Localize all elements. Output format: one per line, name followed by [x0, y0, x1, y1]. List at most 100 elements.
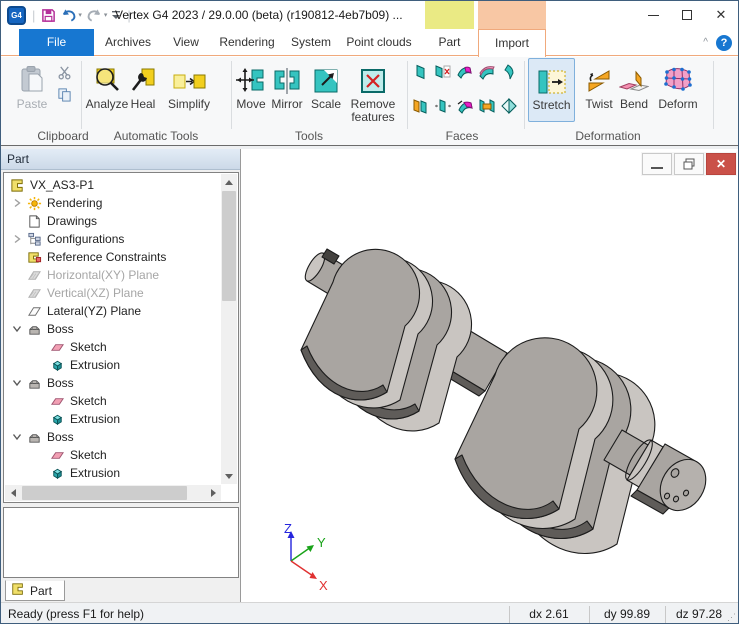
help-icon[interactable]: ? — [716, 35, 732, 51]
app-logo-icon[interactable]: G4 — [7, 6, 26, 25]
chevron-right-icon[interactable] — [8, 198, 26, 208]
horizontal-scrollbar[interactable] — [5, 485, 221, 501]
vertical-scroll-thumb[interactable] — [222, 191, 236, 301]
tab-import[interactable]: Import — [478, 29, 546, 57]
tab-system[interactable]: System — [285, 29, 337, 56]
mirror-label: Mirror — [265, 98, 309, 111]
panel-header[interactable]: Part — [1, 149, 240, 170]
face-icon[interactable] — [411, 63, 430, 80]
tab-view[interactable]: View — [163, 29, 209, 56]
viewport-canvas[interactable]: Z Y X — [241, 149, 739, 603]
tree-item-label: Drawings — [47, 214, 97, 228]
tree-item-reference-constraints[interactable]: Reference Constraints — [5, 248, 220, 266]
status-dy: dy 99.89 — [591, 603, 663, 624]
child-minimize-button[interactable] — [642, 153, 672, 175]
tree-item-boss[interactable]: Boss — [5, 374, 220, 392]
status-dz: dz 97.28 — [667, 603, 731, 624]
tree-item-vx-as3-p1[interactable]: VX_AS3-P1 — [5, 176, 220, 194]
part-bottom-tab[interactable]: Part — [5, 580, 65, 601]
crankshaft-model[interactable] — [301, 249, 715, 554]
move-face-icon[interactable] — [433, 97, 452, 114]
status-separator — [509, 606, 510, 623]
tree-item-boss[interactable]: Boss — [5, 428, 220, 446]
replace-face-icon[interactable] — [411, 97, 430, 114]
sketch-icon — [49, 340, 66, 355]
extend-face-icon[interactable] — [499, 63, 518, 80]
dz-value: 97.28 — [692, 607, 722, 621]
cut-icon[interactable] — [55, 63, 73, 81]
modify-fillet-icon[interactable] — [455, 97, 474, 114]
offset-face-icon[interactable] — [477, 63, 496, 80]
group-separator — [81, 61, 82, 129]
child-restore-button[interactable] — [674, 153, 704, 175]
remove-features-icon — [345, 59, 401, 95]
heal-button[interactable]: Heal — [125, 59, 161, 111]
deform-button[interactable]: Deform — [653, 59, 703, 111]
tree-item-horizontal-xy-plane[interactable]: Horizontal(XY) Plane — [5, 266, 220, 284]
match-face-icon[interactable] — [477, 97, 496, 114]
copy-icon[interactable] — [55, 85, 73, 103]
child-close-button[interactable]: ✕ — [706, 153, 736, 175]
tree-item-sketch[interactable]: Sketch — [5, 338, 220, 356]
plane-disabled-icon — [26, 286, 43, 301]
drawings-icon — [26, 214, 43, 229]
tab-rendering[interactable]: Rendering — [213, 29, 281, 56]
tree-item-boss[interactable]: Boss — [5, 320, 220, 338]
stretch-button[interactable]: Stretch — [528, 58, 575, 122]
redo-dropdown-icon[interactable]: ▾ — [104, 11, 108, 19]
tree-item-label: Extrusion — [70, 412, 120, 426]
tree-item-extrusion[interactable]: Extrusion — [5, 356, 220, 374]
scroll-right-icon[interactable] — [205, 485, 221, 501]
chevron-right-icon[interactable] — [8, 234, 26, 244]
tree-item-label: Sketch — [70, 448, 107, 462]
chevron-down-icon[interactable] — [8, 433, 26, 441]
tree-item-sketch[interactable]: Sketch — [5, 392, 220, 410]
analyze-button[interactable]: Analyze — [85, 59, 129, 111]
scale-button[interactable]: Scale — [307, 59, 345, 111]
viewport[interactable]: ✕ — [241, 149, 739, 603]
maximize-button[interactable] — [670, 1, 704, 29]
resize-grip[interactable]: ⋰ — [727, 612, 736, 623]
redo-icon[interactable]: ▾ — [86, 8, 108, 22]
tree-item-sketch[interactable]: Sketch — [5, 446, 220, 464]
tree-item-rendering[interactable]: Rendering — [5, 194, 220, 212]
tree-item-label: Boss — [47, 322, 74, 336]
tree-item-configurations[interactable]: Configurations — [5, 230, 220, 248]
tree-item-drawings[interactable]: Drawings — [5, 212, 220, 230]
group-separator — [713, 61, 714, 129]
minimize-button[interactable] — [636, 1, 670, 29]
undo-icon[interactable]: ▾ — [60, 8, 82, 22]
simplify-button[interactable]: Simplify — [163, 59, 215, 111]
tree-item-extrusion[interactable]: Extrusion — [5, 464, 220, 482]
scroll-left-icon[interactable] — [5, 485, 21, 501]
tab-part[interactable]: Part — [425, 29, 474, 56]
tab-archives[interactable]: Archives — [97, 29, 159, 56]
fillet-face-icon[interactable] — [455, 63, 474, 80]
remove-features-label: Remove features — [345, 98, 401, 124]
tree-item-extrusion[interactable]: Extrusion — [5, 410, 220, 428]
mirror-button[interactable]: Mirror — [265, 59, 309, 111]
vertical-scrollbar[interactable] — [221, 174, 237, 484]
remove-features-button[interactable]: Remove features — [345, 59, 401, 124]
tab-file[interactable]: File — [19, 29, 94, 56]
tab-point-clouds[interactable]: Point clouds — [341, 29, 417, 56]
save-icon[interactable] — [41, 8, 56, 23]
dx-value: 2.61 — [545, 607, 568, 621]
tree-item-label: Sketch — [70, 340, 107, 354]
horizontal-scroll-thumb[interactable] — [22, 486, 187, 500]
scroll-down-icon[interactable] — [221, 468, 237, 484]
undo-dropdown-icon[interactable]: ▾ — [78, 11, 82, 19]
chevron-down-icon[interactable] — [8, 379, 26, 387]
divide-face-icon[interactable] — [499, 97, 518, 114]
tree-item-lateral-yz-plane[interactable]: Lateral(YZ) Plane — [5, 302, 220, 320]
collapse-ribbon-icon[interactable]: ^ — [703, 37, 708, 48]
close-button[interactable]: ✕ — [704, 1, 738, 29]
delete-face-icon[interactable] — [433, 63, 452, 80]
tree-item-vertical-xz-plane[interactable]: Vertical(XZ) Plane — [5, 284, 220, 302]
scroll-up-icon[interactable] — [221, 174, 237, 190]
bend-button[interactable]: Bend — [615, 59, 653, 111]
paste-button[interactable]: Paste — [9, 59, 55, 111]
twist-button[interactable]: Twist — [579, 59, 619, 111]
chevron-down-icon[interactable] — [8, 325, 26, 333]
heal-label: Heal — [125, 98, 161, 111]
